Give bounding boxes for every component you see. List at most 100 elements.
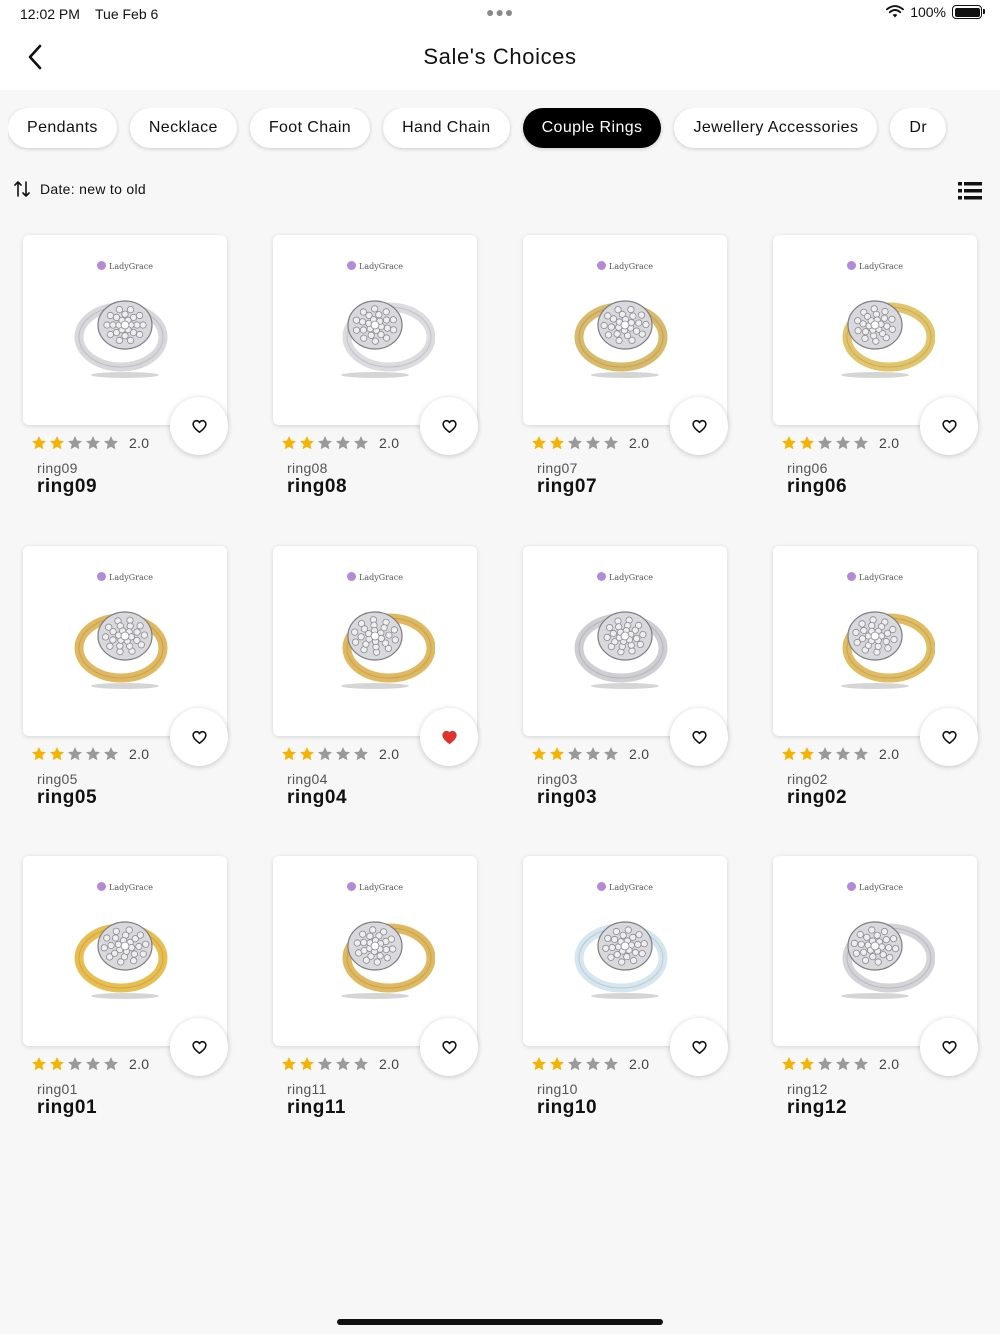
star-icon bbox=[32, 1057, 46, 1071]
product-subtitle: ring01 bbox=[37, 1081, 78, 1097]
star-icon bbox=[336, 747, 350, 761]
star-icon bbox=[318, 747, 332, 761]
brand-logo-icon bbox=[597, 572, 607, 581]
favorite-button[interactable] bbox=[420, 708, 478, 766]
status-time: 12:02 PM bbox=[20, 6, 80, 22]
star-icon bbox=[550, 1057, 564, 1071]
brand-logo: LadyGrace bbox=[523, 261, 727, 271]
star-icon bbox=[300, 436, 314, 450]
favorite-button[interactable] bbox=[670, 397, 728, 455]
category-chip[interactable]: Foot Chain bbox=[249, 108, 371, 148]
product-rating: 2.0 bbox=[281, 1056, 399, 1072]
favorite-button[interactable] bbox=[670, 1018, 728, 1076]
product-card[interactable]: LadyGrace 2.0 ring09 ring09 bbox=[23, 235, 228, 497]
product-name[interactable]: ring10 bbox=[537, 1097, 597, 1119]
product-card[interactable]: LadyGrace 2.0 ring03 ring03 bbox=[523, 546, 728, 808]
sort-button[interactable]: Date: new to old bbox=[14, 180, 146, 198]
brand-logo: LadyGrace bbox=[773, 572, 977, 582]
star-icon bbox=[782, 1057, 796, 1071]
rating-value: 2.0 bbox=[129, 435, 150, 451]
heart-icon bbox=[441, 419, 457, 433]
heart-icon bbox=[441, 1040, 457, 1054]
star-icon bbox=[336, 436, 350, 450]
product-card[interactable]: LadyGrace 2.0 ring08 ring08 bbox=[273, 235, 478, 497]
rating-value: 2.0 bbox=[879, 746, 900, 762]
heart-icon bbox=[191, 1040, 207, 1054]
heart-icon bbox=[941, 1040, 957, 1054]
favorite-button[interactable] bbox=[170, 708, 228, 766]
rating-value: 2.0 bbox=[379, 1056, 400, 1072]
product-card[interactable]: LadyGrace 2.0 ring05 ring05 bbox=[23, 546, 228, 808]
category-chip[interactable]: Pendants bbox=[8, 108, 117, 148]
product-name[interactable]: ring11 bbox=[287, 1097, 346, 1119]
home-indicator[interactable] bbox=[337, 1319, 663, 1325]
battery-percent: 100% bbox=[910, 4, 946, 20]
product-name[interactable]: ring08 bbox=[287, 476, 347, 498]
product-name[interactable]: ring03 bbox=[537, 787, 597, 809]
star-icon bbox=[550, 436, 564, 450]
heart-icon bbox=[941, 730, 957, 744]
favorite-button[interactable] bbox=[170, 1018, 228, 1076]
star-icon bbox=[86, 747, 100, 761]
product-card[interactable]: LadyGrace 2.0 ring11 ring11 bbox=[273, 856, 478, 1118]
status-date: Tue Feb 6 bbox=[95, 6, 159, 22]
brand-logo-icon bbox=[347, 572, 357, 581]
favorite-button[interactable] bbox=[920, 708, 978, 766]
brand-name: LadyGrace bbox=[609, 883, 653, 892]
product-name[interactable]: ring07 bbox=[537, 476, 597, 498]
product-rating: 2.0 bbox=[281, 746, 399, 762]
product-card[interactable]: LadyGrace 2.0 ring02 ring02 bbox=[773, 546, 978, 808]
product-name[interactable]: ring04 bbox=[287, 787, 347, 809]
ring-image bbox=[74, 611, 168, 689]
sort-arrows-icon bbox=[14, 181, 30, 197]
star-icon bbox=[68, 747, 82, 761]
star-icon bbox=[354, 436, 368, 450]
brand-logo-icon bbox=[597, 882, 607, 891]
product-card[interactable]: LadyGrace 2.0 ring01 ring01 bbox=[23, 856, 228, 1118]
brand-name: LadyGrace bbox=[859, 883, 903, 892]
star-icon bbox=[550, 747, 564, 761]
product-subtitle: ring04 bbox=[287, 771, 328, 787]
star-icon bbox=[282, 747, 296, 761]
product-name[interactable]: ring01 bbox=[37, 1097, 97, 1119]
multitasking-dots-icon[interactable]: ●●● bbox=[486, 4, 514, 20]
brand-logo-icon bbox=[847, 572, 857, 581]
rating-value: 2.0 bbox=[629, 435, 650, 451]
ring-image bbox=[74, 300, 168, 378]
star-icon bbox=[782, 436, 796, 450]
favorite-button[interactable] bbox=[420, 397, 478, 455]
favorite-button[interactable] bbox=[920, 1018, 978, 1076]
brand-logo: LadyGrace bbox=[773, 882, 977, 892]
category-chip[interactable]: Hand Chain bbox=[383, 108, 510, 148]
favorite-button[interactable] bbox=[670, 708, 728, 766]
product-card[interactable]: LadyGrace 2.0 ring06 ring06 bbox=[773, 235, 978, 497]
list-view-icon[interactable] bbox=[958, 181, 982, 201]
product-name[interactable]: ring12 bbox=[787, 1097, 847, 1119]
product-card[interactable]: LadyGrace 2.0 ring04 ring04 bbox=[273, 546, 478, 808]
favorite-button[interactable] bbox=[420, 1018, 478, 1076]
brand-name: LadyGrace bbox=[109, 883, 153, 892]
product-name[interactable]: ring05 bbox=[37, 787, 97, 809]
category-chip[interactable]: Couple Rings bbox=[522, 108, 662, 148]
product-name[interactable]: ring09 bbox=[37, 476, 97, 498]
star-icon bbox=[854, 436, 868, 450]
favorite-button[interactable] bbox=[920, 397, 978, 455]
star-icon bbox=[586, 1057, 600, 1071]
star-icon bbox=[836, 1057, 850, 1071]
category-chip[interactable]: Necklace bbox=[129, 108, 237, 148]
sort-label: Date: new to old bbox=[40, 181, 146, 197]
product-name[interactable]: ring02 bbox=[787, 787, 847, 809]
favorite-button[interactable] bbox=[170, 397, 228, 455]
brand-logo: LadyGrace bbox=[23, 882, 227, 892]
product-card[interactable]: LadyGrace 2.0 ring12 ring12 bbox=[773, 856, 978, 1118]
product-rating: 2.0 bbox=[781, 435, 899, 451]
product-card[interactable]: LadyGrace 2.0 ring07 ring07 bbox=[523, 235, 728, 497]
star-icon bbox=[68, 436, 82, 450]
product-name[interactable]: ring06 bbox=[787, 476, 847, 498]
product-rating: 2.0 bbox=[31, 435, 149, 451]
product-card[interactable]: LadyGrace 2.0 ring10 ring10 bbox=[523, 856, 728, 1118]
rating-value: 2.0 bbox=[879, 1056, 900, 1072]
category-chip[interactable]: Dr bbox=[890, 108, 947, 148]
category-chip[interactable]: Jewellery Accessories bbox=[674, 108, 878, 148]
heart-icon bbox=[191, 730, 207, 744]
